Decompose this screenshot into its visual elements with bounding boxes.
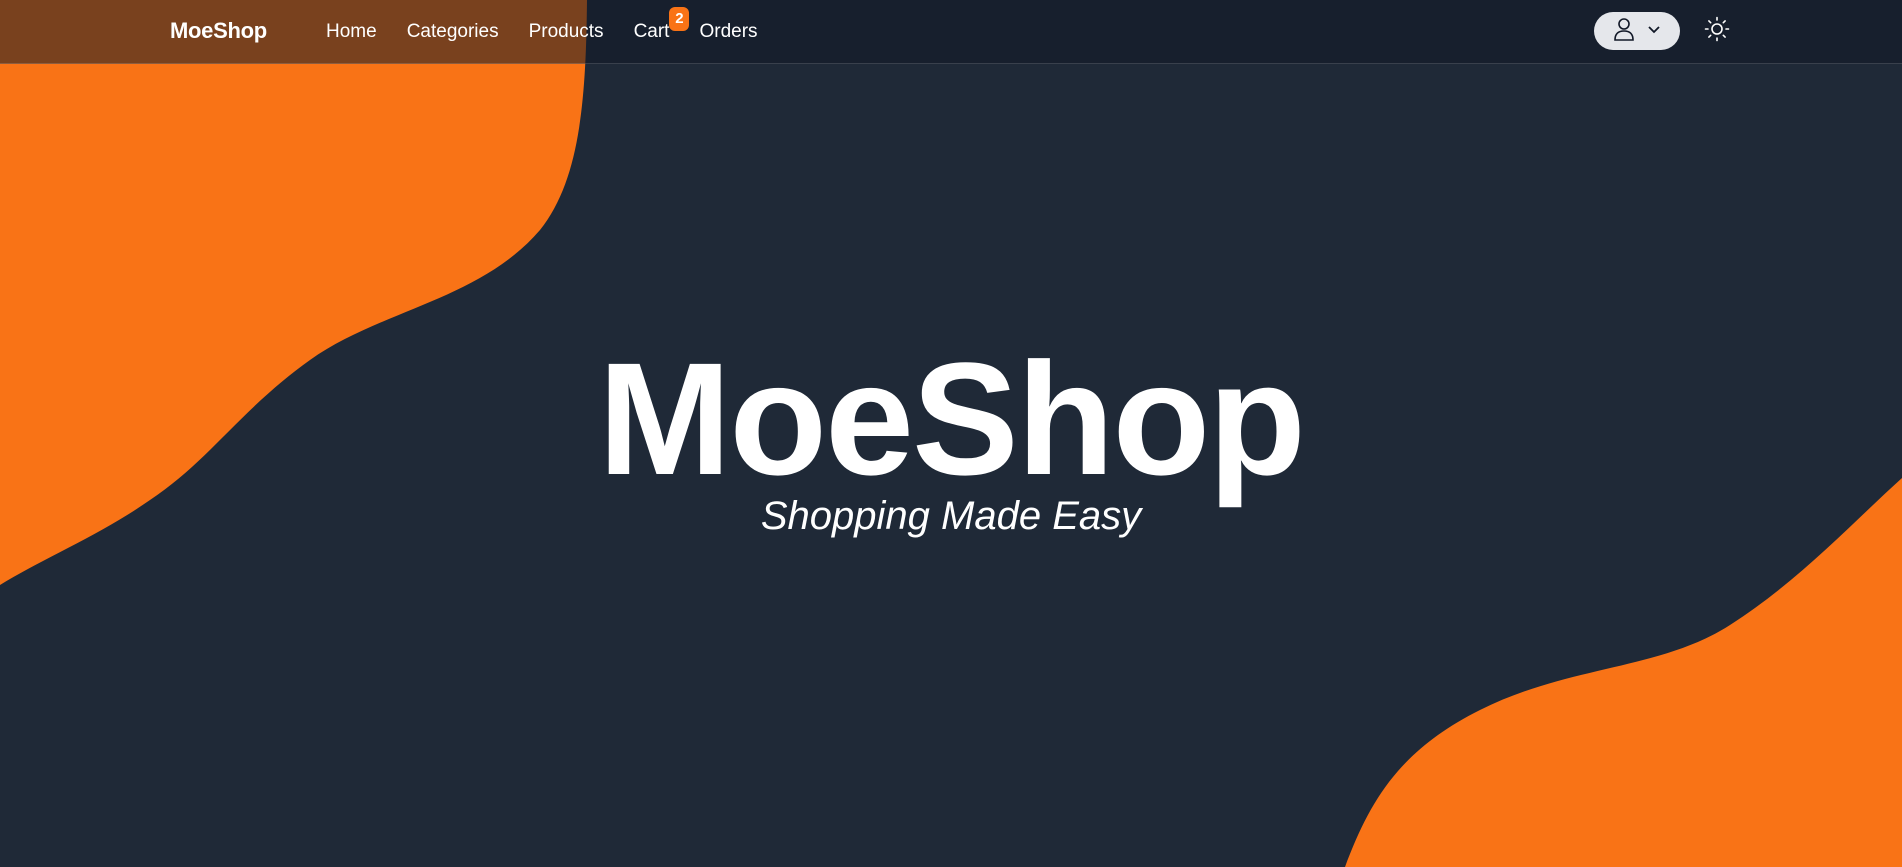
brand-logo[interactable]: MoeShop [170, 18, 267, 44]
hero-title: MoeShop [598, 329, 1306, 508]
cart-count-badge: 2 [669, 7, 690, 31]
nav-link-cart[interactable]: Cart 2 [633, 7, 690, 43]
theme-toggle-button[interactable] [1702, 16, 1732, 46]
nav-link-orders[interactable]: Orders [699, 21, 757, 43]
nav-link-cart-label: Cart [633, 21, 670, 42]
navbar: MoeShop Home Categories Products Cart 2 O… [0, 0, 1902, 64]
nav-link-categories[interactable]: Categories [407, 21, 499, 43]
user-icon [1613, 17, 1635, 46]
chevron-down-icon [1647, 22, 1661, 40]
user-menu-button[interactable] [1594, 12, 1680, 50]
nav-link-products[interactable]: Products [529, 21, 604, 43]
nav-link-home[interactable]: Home [326, 21, 377, 43]
nav-links: Home Categories Products Cart 2 Orders [326, 0, 788, 64]
hero-section: MoeShop Shopping Made Easy [0, 64, 1902, 867]
sun-icon [1704, 16, 1730, 47]
hero-subtitle: Shopping Made Easy [760, 494, 1142, 538]
page: MoeShop Home Categories Products Cart 2 O… [0, 0, 1902, 867]
